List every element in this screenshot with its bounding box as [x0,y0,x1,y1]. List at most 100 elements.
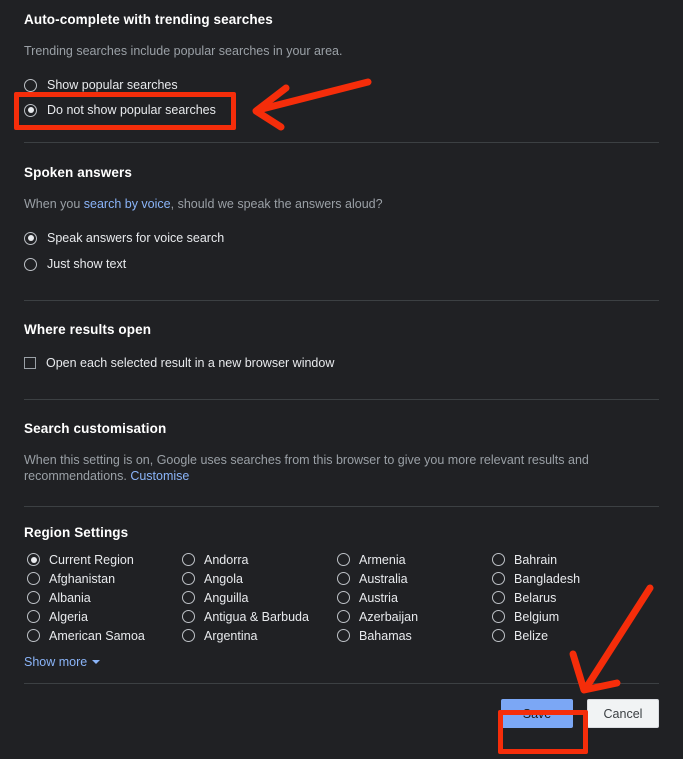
chevron-down-icon [92,660,101,664]
radio-icon [492,610,505,623]
radio-icon [337,629,350,642]
region-option-antigua-barbuda[interactable]: Antigua & Barbuda [182,607,337,626]
desc-text-after: , should we speak the answers aloud? [170,197,383,211]
radio-icon [27,629,40,642]
radio-icon [337,591,350,604]
radio-show-popular-searches[interactable]: Show popular searches [24,75,659,95]
region-option-label: Albania [49,590,91,605]
region-option-label: Austria [359,590,398,605]
region-option-bahamas[interactable]: Bahamas [337,626,492,645]
region-option-label: Bahamas [359,628,412,643]
section-title-where-results-open: Where results open [24,322,152,337]
region-option-belgium[interactable]: Belgium [492,607,652,626]
section-autocomplete: Auto-complete with trending searches Tre… [0,0,683,120]
region-option-current-region[interactable]: Current Region [27,550,182,569]
region-option-label: Anguilla [204,590,249,605]
section-title-autocomplete: Auto-complete with trending searches [24,12,273,27]
section-title-spoken-answers: Spoken answers [24,165,132,180]
radio-do-not-show-popular-searches[interactable]: Do not show popular searches [24,100,659,120]
region-option-label: Belize [514,628,549,643]
desc-text-before: When you [24,197,84,211]
radio-icon-selected [24,103,37,117]
section-title-search-customisation: Search customisation [24,421,167,436]
radio-icon [182,572,195,585]
region-option-label: Armenia [359,552,406,567]
region-option-label: American Samoa [49,628,145,643]
cancel-button[interactable]: Cancel [587,699,659,728]
radio-icon [27,610,40,623]
region-option-label: Andorra [204,552,249,567]
section-description-autocomplete: Trending searches include popular search… [24,44,343,58]
save-button[interactable]: Save [501,699,573,728]
section-description-search-customisation: When this setting is on, Google uses sea… [24,452,624,484]
radio-just-show-text[interactable]: Just show text [24,254,659,274]
region-option-american-samoa[interactable]: American Samoa [27,626,182,645]
region-option-label: Belarus [514,590,557,605]
radio-icon [492,629,505,642]
radio-icon-selected [27,553,40,566]
region-option-label: Bangladesh [514,571,581,586]
radio-icon [27,572,40,585]
region-option-label: Current Region [49,552,134,567]
region-option-andorra[interactable]: Andorra [182,550,337,569]
region-option-armenia[interactable]: Armenia [337,550,492,569]
radio-speak-answers[interactable]: Speak answers for voice search [24,228,659,248]
radio-label: Just show text [47,257,127,271]
region-option-albania[interactable]: Albania [27,588,182,607]
radio-icon [492,591,505,604]
region-option-bangladesh[interactable]: Bangladesh [492,569,652,588]
checkbox-label: Open each selected result in a new brows… [46,356,335,370]
region-radio-grid: Current Region Andorra Armenia Bahrain Afgha… [24,550,659,645]
region-option-anguilla[interactable]: Anguilla [182,588,337,607]
radio-label: Speak answers for voice search [47,231,225,245]
region-option-australia[interactable]: Australia [337,569,492,588]
radio-label: Do not show popular searches [47,103,216,117]
customise-link[interactable]: Customise [130,469,189,483]
region-option-belarus[interactable]: Belarus [492,588,652,607]
region-option-label: Afghanistan [49,571,116,586]
section-region-settings: Region Settings Current Region Andorra Arm… [0,507,683,671]
radio-label: Show popular searches [47,78,178,92]
region-option-label: Bahrain [514,552,558,567]
radio-icon [182,610,195,623]
region-option-bahrain[interactable]: Bahrain [492,550,652,569]
checkbox-icon [24,357,36,369]
region-option-label: Algeria [49,609,88,624]
region-option-argentina[interactable]: Argentina [182,626,337,645]
search-by-voice-link[interactable]: search by voice [84,197,171,211]
region-option-label: Belgium [514,609,560,624]
radio-icon [337,553,350,566]
divider [24,683,659,684]
radio-icon [492,572,505,585]
region-option-belize[interactable]: Belize [492,626,652,645]
radio-icon [492,553,505,566]
radio-icon [182,591,195,604]
region-option-label: Azerbaijan [359,609,419,624]
region-option-afghanistan[interactable]: Afghanistan [27,569,182,588]
search-settings-page: Auto-complete with trending searches Tre… [0,0,683,759]
region-option-austria[interactable]: Austria [337,588,492,607]
region-option-label: Argentina [204,628,258,643]
section-title-region-settings: Region Settings [24,525,129,540]
radio-icon [337,610,350,623]
radio-icon [24,78,37,92]
desc-text: When this setting is on, Google uses sea… [24,453,589,483]
section-description-spoken-answers: When you search by voice, should we spea… [24,196,659,212]
section-spoken-answers: Spoken answers When you search by voice,… [0,143,683,274]
checkbox-open-in-new-window[interactable]: Open each selected result in a new brows… [24,353,659,373]
show-more-label: Show more [24,655,88,669]
radio-icon [182,553,195,566]
footer-actions: Save Cancel [0,699,683,728]
radio-icon-selected [24,231,37,245]
radio-icon [24,257,37,271]
show-more-button[interactable]: Show more [24,655,101,669]
radio-icon [27,591,40,604]
region-option-angola[interactable]: Angola [182,569,337,588]
section-where-results-open: Where results open Open each selected re… [0,301,683,373]
region-option-azerbaijan[interactable]: Azerbaijan [337,607,492,626]
region-option-algeria[interactable]: Algeria [27,607,182,626]
region-option-label: Angola [204,571,243,586]
region-option-label: Antigua & Barbuda [204,609,309,624]
radio-icon [182,629,195,642]
region-option-label: Australia [359,571,408,586]
